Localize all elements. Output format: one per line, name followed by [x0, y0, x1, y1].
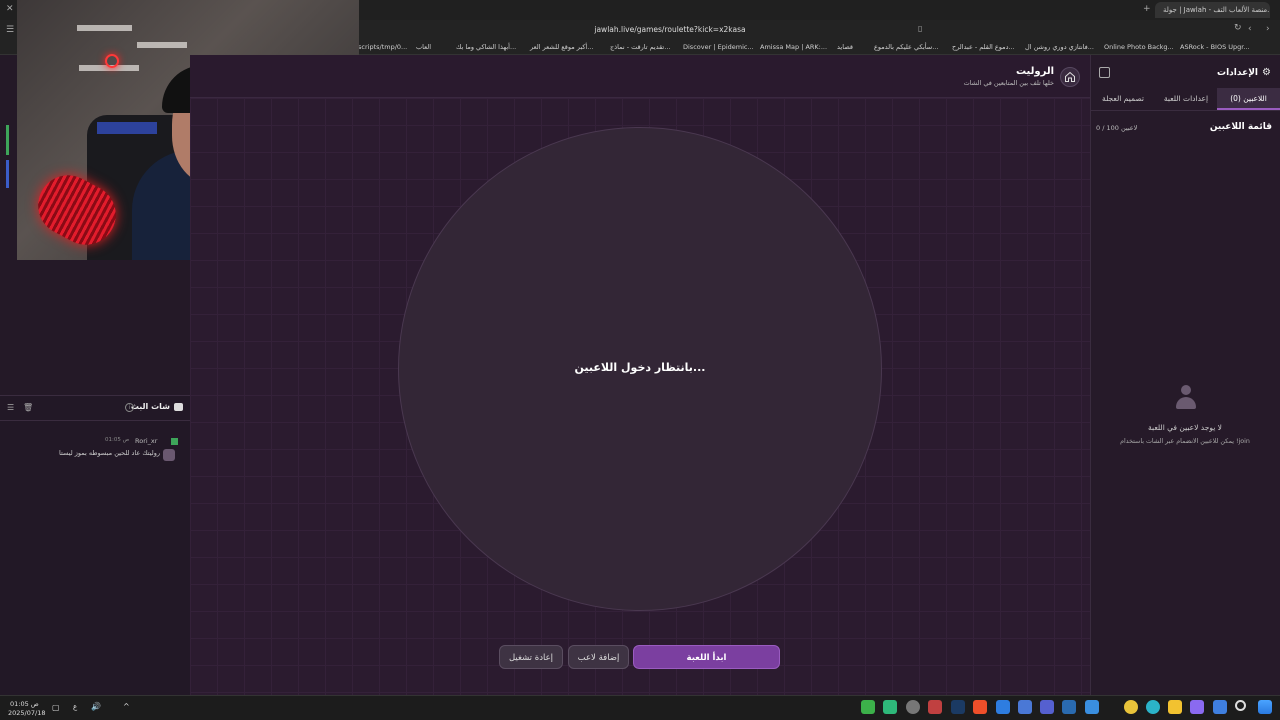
kick-icon [171, 438, 178, 445]
bookmark-item[interactable]: سأبكي عليكم بالدموع... [874, 42, 938, 52]
page-title: الروليت [1015, 66, 1054, 77]
brave-icon[interactable] [973, 700, 987, 714]
close-icon[interactable]: ✕ [6, 4, 14, 14]
game-header: الروليت خلها تلف بين المتابعين في الشات [190, 55, 1090, 98]
filter-icon[interactable]: ☰ [7, 403, 14, 412]
tab-game-settings[interactable]: إعدادات اللعبة [1155, 88, 1217, 110]
collapse-panel-icon[interactable] [1099, 67, 1110, 78]
clock-date: 2025/07/18 [8, 709, 46, 717]
avatar [163, 449, 175, 461]
app-icon[interactable] [861, 700, 875, 714]
wheel-status: بانتظار دخول اللاعبين... [574, 361, 706, 374]
gear-icon: ⚙ [1262, 67, 1271, 78]
shelf [77, 25, 132, 31]
browser-tab[interactable]: جولة | Jawlah - منصة الألعاب التف... [1155, 2, 1270, 18]
side-strip [6, 160, 9, 188]
settings-title: الإعدادات [1217, 68, 1258, 78]
tab-players[interactable]: اللاعبين (0) [1217, 88, 1280, 110]
user-icon [1175, 385, 1197, 411]
trash-icon[interactable]: 🗑 [23, 403, 33, 412]
chat-time: 01:05 ص [105, 437, 130, 443]
home-button[interactable] [1060, 67, 1080, 87]
bookmark-item[interactable]: العاب [416, 42, 431, 52]
shelf [137, 42, 187, 48]
back-icon[interactable]: ‹ [1248, 24, 1252, 34]
red-light [105, 54, 119, 68]
bookmark-item[interactable]: فانتازي دوري روشن ال... [1025, 42, 1094, 52]
tab-wheel-design[interactable]: تصميم العجلة [1091, 88, 1155, 110]
volume-icon[interactable]: 🔊 [91, 702, 101, 711]
chat-message: Rori_xr 01:05 ص روليتك عاد للحين مبسوطه … [40, 436, 185, 466]
settings-app-icon[interactable] [906, 700, 920, 714]
add-player-button[interactable]: إضافة لاعب [568, 645, 629, 669]
bookmark-item[interactable]: ASRock - BIOS Upgr... [1180, 42, 1250, 52]
page-subtitle: خلها تلف بين المتابعين في الشات [963, 79, 1054, 87]
settings-panel [1090, 55, 1280, 695]
side-strip [6, 125, 9, 155]
bookmark-icon[interactable]: ▯ [918, 24, 922, 33]
home-icon [1065, 71, 1075, 82]
new-tab-icon[interactable]: + [1143, 4, 1151, 14]
bookmark-item[interactable]: Online Photo Backg... [1104, 42, 1174, 52]
bookmark-item[interactable]: قصايد [837, 42, 853, 52]
bookmark-item[interactable]: scripts/tmp/0... [358, 42, 407, 52]
chat-text: روليتك عاد للحين مبسوطه بموز ليستا [59, 449, 160, 457]
app-icon[interactable] [1190, 700, 1204, 714]
windows-start-icon[interactable] [1258, 700, 1272, 714]
app-icon[interactable] [996, 700, 1010, 714]
forward-icon[interactable]: › [1266, 24, 1270, 34]
empty-players-title: لا يوجد لاعبين في اللعبة [1148, 423, 1222, 432]
chat-user: Rori_xr [135, 437, 158, 445]
empty-players-hint: يمكن للاعبين الانضمام عبر الشات باستخدام… [1120, 438, 1250, 445]
language-indicator[interactable]: ع [73, 703, 77, 711]
app-icon[interactable] [1062, 700, 1076, 714]
divider [0, 420, 190, 421]
chat-panel: شات البث i 🗑 ☰ Rori_xr 01:05 ص روليتك عا… [0, 395, 190, 695]
bookmark-item[interactable]: دموع القلم - عبدالرح... [952, 42, 1015, 52]
chat-icon [174, 403, 183, 411]
players-count: 0 / 100 لاعبين [1096, 124, 1138, 132]
restart-button[interactable]: إعادة تشغيل [499, 645, 563, 669]
app-icon[interactable] [928, 700, 942, 714]
monitor [97, 122, 157, 134]
app-icon[interactable] [1040, 700, 1054, 714]
steam-icon[interactable] [951, 700, 965, 714]
players-list-title: قائمة اللاعبين [1209, 122, 1272, 132]
bookmark-item[interactable]: Discover | Epidemic... [683, 42, 754, 52]
chrome-icon[interactable] [1124, 700, 1138, 714]
app-icon[interactable] [1213, 700, 1227, 714]
bookmark-item[interactable]: Amissa Map | ARK:... [760, 42, 827, 52]
folder-icon[interactable] [1168, 700, 1182, 714]
bookmark-item[interactable]: أبهذا الشاكي وما بك... [456, 42, 516, 52]
app-icon[interactable] [1018, 700, 1032, 714]
info-icon[interactable]: i [125, 403, 134, 412]
bookmark-item[interactable]: أكبر موقع للشعر العر... [530, 42, 593, 52]
app-icon[interactable] [1085, 700, 1099, 714]
reload-icon[interactable]: ↻ [1234, 23, 1242, 33]
chat-taskbar-icon[interactable]: ▢ [52, 703, 60, 712]
search-icon[interactable] [1235, 700, 1246, 711]
tab-divider [1091, 110, 1280, 111]
url-field[interactable]: jawlah.live/games/roulette?kick=x2kasa [420, 23, 920, 37]
chevron-up-icon[interactable]: ^ [123, 702, 130, 711]
clock-time: 01:05 ص [10, 700, 39, 708]
tab-title: جولة | Jawlah - منصة الألعاب التف... [1163, 6, 1270, 14]
app-icon[interactable] [883, 700, 897, 714]
edge-icon[interactable] [1146, 700, 1160, 714]
bookmark-item[interactable]: تقديم تارقت - نماذج... [610, 42, 670, 52]
menu-icon[interactable]: ☰ [6, 25, 14, 35]
start-game-button[interactable]: ابدأ اللعبة [633, 645, 780, 669]
